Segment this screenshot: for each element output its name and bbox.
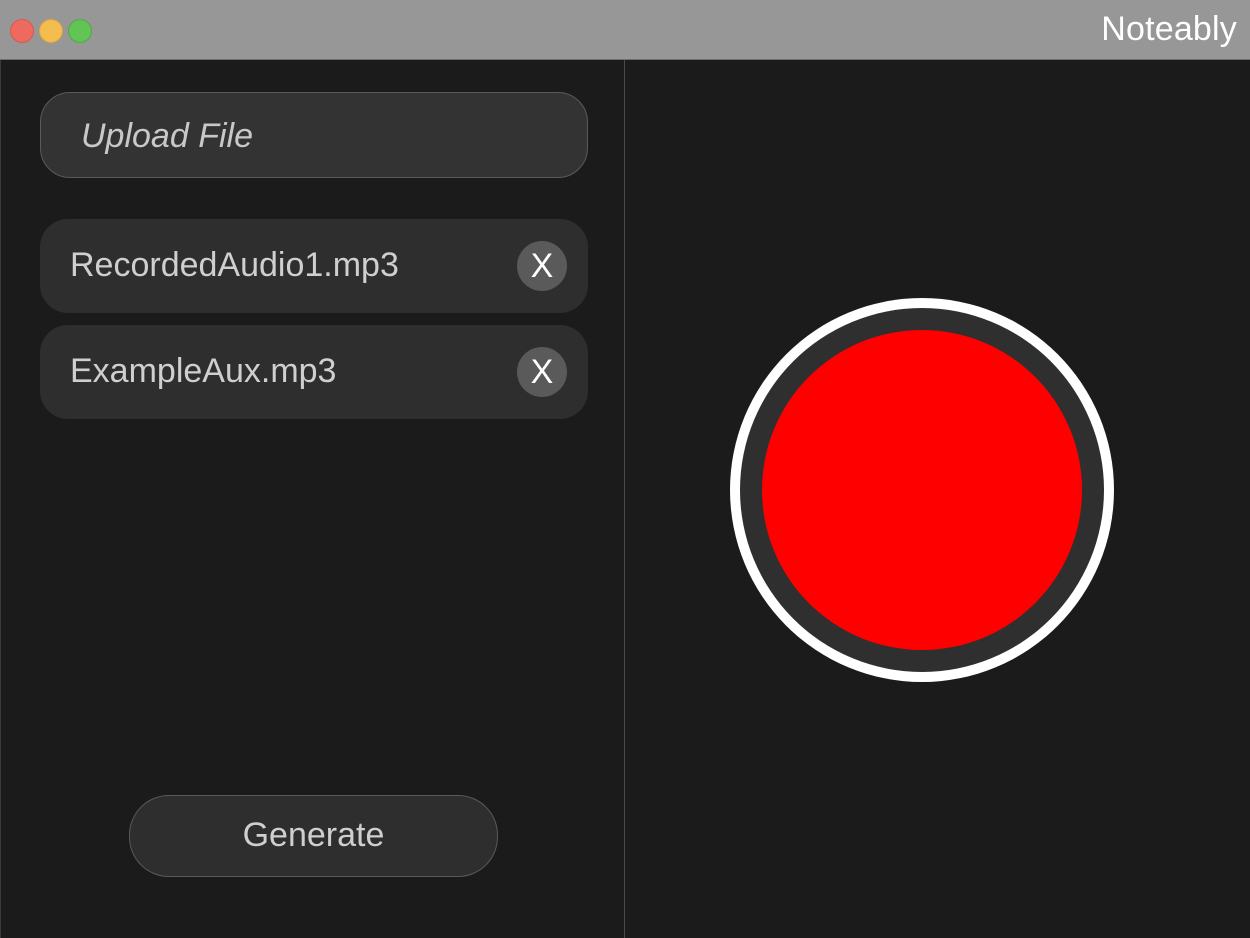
file-name: RecordedAudio1.mp3 [70, 246, 399, 284]
file-list-item: RecordedAudio1.mp3 X [40, 219, 588, 313]
file-list-item: ExampleAux.mp3 X [40, 325, 588, 419]
file-name: ExampleAux.mp3 [70, 352, 337, 390]
generate-label: Generate [242, 816, 385, 854]
window-minimize-button[interactable] [39, 19, 63, 43]
left-panel: Upload File RecordedAudio1.mp3 X Example… [0, 60, 624, 938]
right-panel [625, 60, 1250, 938]
record-button[interactable] [730, 298, 1114, 682]
title-bar: Noteably [0, 0, 1250, 60]
upload-file-label: Upload File [81, 117, 253, 155]
window-zoom-button[interactable] [68, 19, 92, 43]
remove-file-button[interactable]: X [517, 241, 567, 291]
generate-button[interactable]: Generate [129, 795, 498, 877]
upload-file-button[interactable]: Upload File [40, 92, 588, 178]
app-title: Noteably [1101, 10, 1237, 48]
remove-file-button[interactable]: X [517, 347, 567, 397]
record-icon [762, 330, 1082, 650]
window-close-button[interactable] [10, 19, 34, 43]
